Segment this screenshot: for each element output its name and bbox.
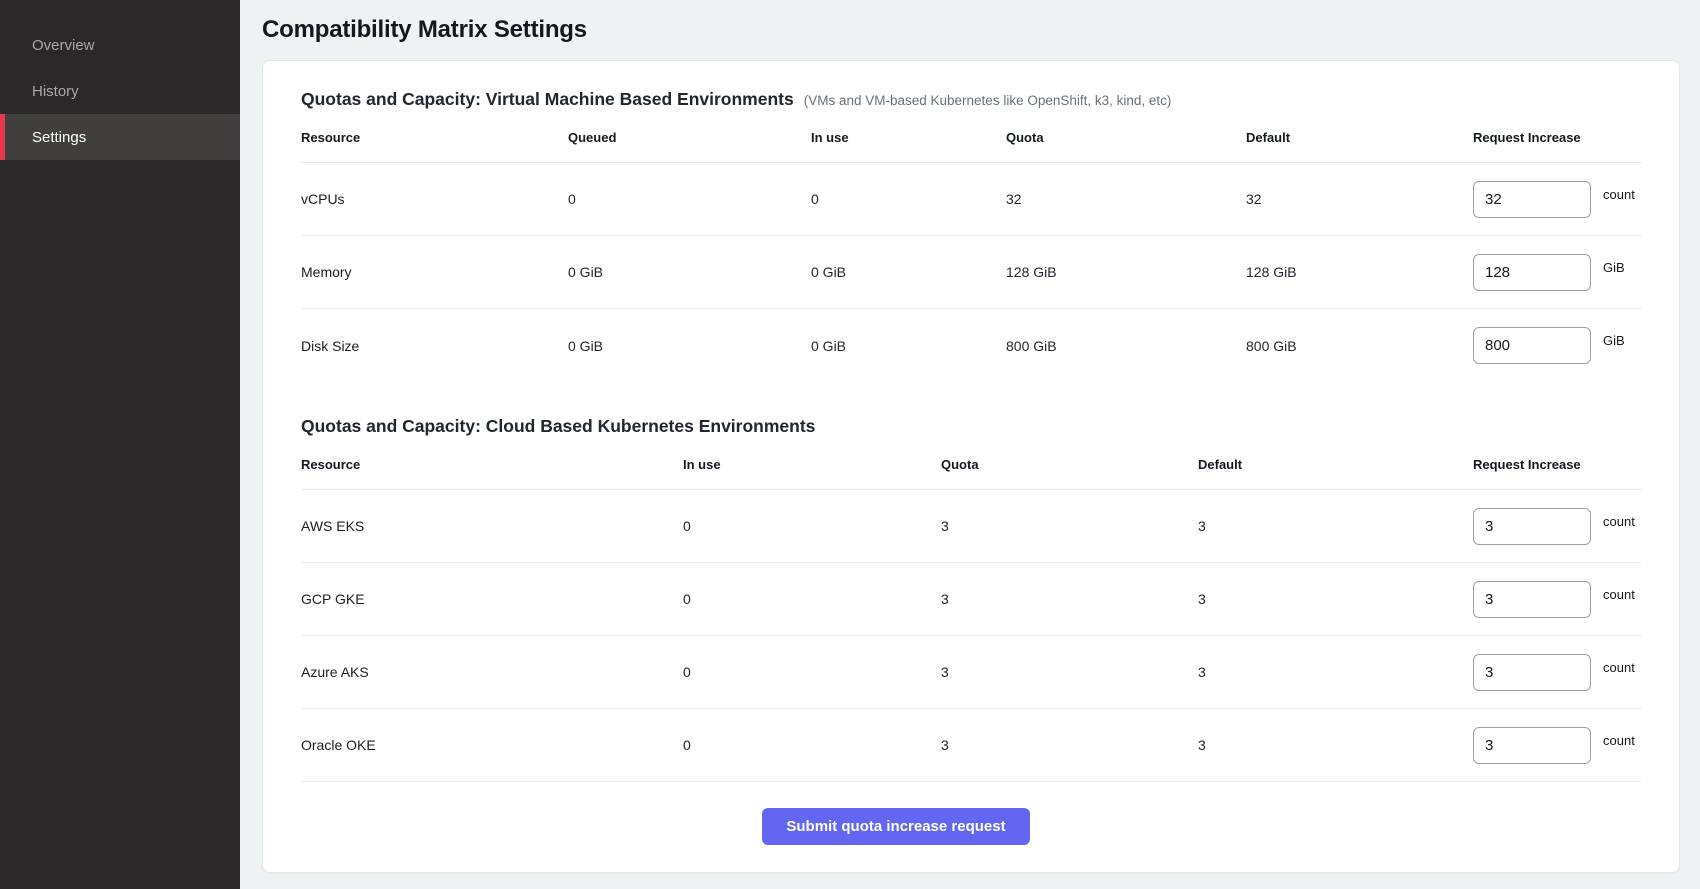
table-row: Azure AKS 0 3 3 count	[301, 636, 1641, 709]
quota-cell: 3	[941, 518, 1198, 534]
sidebar-item-label: Settings	[32, 129, 86, 146]
sidebar-item-history[interactable]: History	[0, 68, 240, 114]
resource-cell: Disk Size	[301, 338, 568, 354]
sidebar-item-settings[interactable]: Settings	[0, 114, 240, 160]
table-row: Oracle OKE 0 3 3 count	[301, 709, 1641, 782]
resource-cell: Memory	[301, 264, 568, 280]
default-cell: 3	[1198, 737, 1473, 753]
unit-label: count	[1603, 587, 1635, 602]
cloud-table-header: Resource In use Quota Default Request In…	[301, 441, 1641, 490]
sidebar-item-label: History	[32, 83, 79, 100]
request-increase-cell: count	[1473, 508, 1641, 545]
vcpus-request-input[interactable]	[1473, 181, 1591, 218]
sidebar: Overview History Settings	[0, 0, 240, 889]
column-header-resource: Resource	[301, 457, 683, 472]
quota-settings-card: Quotas and Capacity: Virtual Machine Bas…	[262, 60, 1680, 873]
request-increase-cell: count	[1473, 181, 1641, 218]
table-row: AWS EKS 0 3 3 count	[301, 490, 1641, 563]
request-increase-cell: count	[1473, 727, 1641, 764]
in-use-cell: 0	[683, 518, 941, 534]
submit-row: Submit quota increase request	[301, 808, 1491, 845]
in-use-cell: 0 GiB	[811, 264, 1006, 280]
default-cell: 32	[1246, 191, 1473, 207]
default-cell: 3	[1198, 518, 1473, 534]
oracle-oke-request-input[interactable]	[1473, 727, 1591, 764]
default-cell: 3	[1198, 591, 1473, 607]
resource-cell: vCPUs	[301, 191, 568, 207]
quota-cell: 3	[941, 591, 1198, 607]
in-use-cell: 0	[683, 664, 941, 680]
in-use-cell: 0	[683, 737, 941, 753]
request-increase-cell: count	[1473, 654, 1641, 691]
resource-cell: Oracle OKE	[301, 737, 683, 753]
quota-cell: 3	[941, 737, 1198, 753]
unit-label: count	[1603, 187, 1635, 202]
page-title: Compatibility Matrix Settings	[262, 16, 1680, 44]
default-cell: 3	[1198, 664, 1473, 680]
resource-cell: AWS EKS	[301, 518, 683, 534]
in-use-cell: 0 GiB	[811, 338, 1006, 354]
memory-request-input[interactable]	[1473, 254, 1591, 291]
vm-section-header: Quotas and Capacity: Virtual Machine Bas…	[301, 89, 1641, 110]
unit-label: count	[1603, 514, 1635, 529]
column-header-request-increase: Request Increase	[1473, 130, 1641, 145]
column-header-in-use: In use	[811, 130, 1006, 145]
column-header-resource: Resource	[301, 130, 568, 145]
request-increase-cell: GiB	[1473, 327, 1641, 364]
unit-label: GiB	[1603, 260, 1625, 275]
sidebar-item-overview[interactable]: Overview	[0, 22, 240, 68]
table-row: vCPUs 0 0 32 32 count	[301, 163, 1641, 236]
vm-table-header: Resource Queued In use Quota Default Req…	[301, 114, 1641, 163]
column-header-queued: Queued	[568, 130, 811, 145]
unit-label: GiB	[1603, 333, 1625, 348]
app-window: Overview History Settings Compatibility …	[0, 0, 1700, 889]
resource-cell: Azure AKS	[301, 664, 683, 680]
quota-cell: 128 GiB	[1006, 264, 1246, 280]
cloud-section-title: Quotas and Capacity: Cloud Based Kuberne…	[301, 416, 815, 437]
request-increase-cell: GiB	[1473, 254, 1641, 291]
column-header-default: Default	[1198, 457, 1473, 472]
table-row: GCP GKE 0 3 3 count	[301, 563, 1641, 636]
queued-cell: 0 GiB	[568, 264, 811, 280]
main-content: Compatibility Matrix Settings Quotas and…	[240, 0, 1700, 889]
queued-cell: 0 GiB	[568, 338, 811, 354]
vm-section-title: Quotas and Capacity: Virtual Machine Bas…	[301, 89, 794, 110]
submit-quota-request-button[interactable]: Submit quota increase request	[762, 808, 1029, 845]
in-use-cell: 0	[811, 191, 1006, 207]
unit-label: count	[1603, 733, 1635, 748]
quota-cell: 32	[1006, 191, 1246, 207]
cloud-section-header: Quotas and Capacity: Cloud Based Kuberne…	[301, 416, 1641, 437]
aws-eks-request-input[interactable]	[1473, 508, 1591, 545]
azure-aks-request-input[interactable]	[1473, 654, 1591, 691]
column-header-request-increase: Request Increase	[1473, 457, 1641, 472]
column-header-in-use: In use	[683, 457, 941, 472]
quota-cell: 800 GiB	[1006, 338, 1246, 354]
sidebar-item-label: Overview	[32, 37, 95, 54]
vm-section-subtitle: (VMs and VM-based Kubernetes like OpenSh…	[804, 93, 1172, 108]
table-row: Memory 0 GiB 0 GiB 128 GiB 128 GiB GiB	[301, 236, 1641, 309]
gcp-gke-request-input[interactable]	[1473, 581, 1591, 618]
column-header-quota: Quota	[941, 457, 1198, 472]
queued-cell: 0	[568, 191, 811, 207]
column-header-quota: Quota	[1006, 130, 1246, 145]
unit-label: count	[1603, 660, 1635, 675]
in-use-cell: 0	[683, 591, 941, 607]
disk-size-request-input[interactable]	[1473, 327, 1591, 364]
column-header-default: Default	[1246, 130, 1473, 145]
request-increase-cell: count	[1473, 581, 1641, 618]
active-indicator	[0, 114, 5, 160]
default-cell: 128 GiB	[1246, 264, 1473, 280]
quota-cell: 3	[941, 664, 1198, 680]
default-cell: 800 GiB	[1246, 338, 1473, 354]
resource-cell: GCP GKE	[301, 591, 683, 607]
table-row: Disk Size 0 GiB 0 GiB 800 GiB 800 GiB Gi…	[301, 309, 1641, 382]
